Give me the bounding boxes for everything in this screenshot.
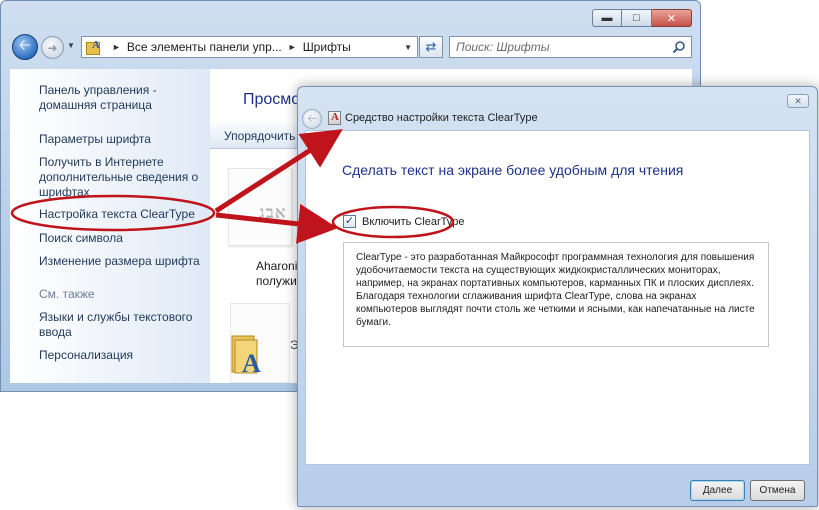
checkmark-icon: ✓: [344, 215, 355, 227]
sidebar-personalization-link[interactable]: Персонализация: [39, 348, 133, 363]
cancel-button[interactable]: Отмена: [750, 480, 805, 501]
organize-button[interactable]: Упорядочить: [224, 129, 295, 143]
caption-buttons: ▬ □ ✕: [592, 9, 692, 27]
back-arrow-icon: 🡠: [307, 112, 317, 125]
sidebar-cleartype-link[interactable]: Настройка текста ClearType: [39, 207, 195, 222]
svg-text:A: A: [242, 349, 261, 376]
breadcrumb-fonts[interactable]: Шрифты: [303, 40, 351, 54]
sidebar-language-services-link[interactable]: Языки и службы текстового ввода: [39, 310, 192, 340]
next-button[interactable]: Далее: [690, 480, 745, 501]
cleartype-heading: Сделать текст на экране более удобным дл…: [342, 162, 684, 178]
back-arrow-icon: 🡠: [18, 36, 32, 54]
sidebar-find-character-link[interactable]: Поиск символа: [39, 231, 123, 246]
address-bar[interactable]: ► Все элементы панели упр... ► Шрифты ▼: [81, 36, 418, 58]
sidebar: Панель управления - домашняя страница Па…: [10, 69, 210, 383]
breadcrumb-separator-icon[interactable]: ►: [288, 42, 297, 52]
close-button[interactable]: ✕: [652, 9, 692, 27]
maximize-icon: □: [633, 12, 640, 24]
cleartype-close-button[interactable]: ✕: [787, 94, 809, 108]
cleartype-window: ✕ 🡠 Средство настройки текста ClearType …: [297, 86, 818, 507]
refresh-icon: ⇄: [425, 39, 437, 54]
cleartype-window-title: Средство настройки текста ClearType: [345, 112, 538, 124]
page-title: Просмо: [243, 91, 301, 108]
cleartype-footer: Далее Отмена: [298, 466, 819, 508]
minimize-button[interactable]: ▬: [592, 9, 622, 27]
enable-cleartype-label[interactable]: Включить ClearType: [362, 216, 465, 228]
maximize-button[interactable]: □: [622, 9, 652, 27]
close-icon: ✕: [666, 12, 677, 25]
enable-cleartype-row[interactable]: ✓ Включить ClearType: [343, 215, 465, 228]
enable-cleartype-checkbox[interactable]: ✓: [343, 215, 356, 228]
breadcrumb-separator-icon[interactable]: ►: [112, 42, 121, 52]
fonts-folder-icon[interactable]: A: [230, 332, 266, 376]
address-dropdown-icon[interactable]: ▼: [404, 43, 412, 52]
close-icon: ✕: [794, 95, 802, 106]
font-preview-glyphs: אבג: [259, 203, 287, 223]
search-input[interactable]: Поиск: Шрифты: [449, 36, 692, 58]
cleartype-back-button[interactable]: 🡠: [302, 109, 322, 129]
recent-pages-button[interactable]: ▼: [67, 41, 75, 50]
search-placeholder: Поиск: Шрифты: [456, 40, 550, 54]
refresh-button[interactable]: ⇄: [419, 36, 443, 58]
breadcrumb-all-items[interactable]: Все элементы панели упр...: [127, 40, 282, 54]
minimize-icon: ▬: [601, 12, 613, 24]
cleartype-app-icon: [328, 111, 341, 125]
forward-button[interactable]: ➜: [41, 36, 64, 59]
fonts-folder-icon: [86, 39, 102, 55]
sidebar-home-link[interactable]: Панель управления - домашняя страница: [39, 83, 157, 113]
sidebar-font-settings-link[interactable]: Параметры шрифта: [39, 132, 151, 147]
font-preview-tile[interactable]: אבג: [228, 168, 292, 246]
cleartype-body: Сделать текст на экране более удобным дл…: [305, 130, 810, 465]
search-icon[interactable]: [672, 40, 686, 54]
sidebar-change-font-size-link[interactable]: Изменение размера шрифта: [39, 254, 200, 269]
cleartype-description: ClearType - это разработанная Майкрософт…: [343, 242, 769, 347]
back-button[interactable]: 🡠: [12, 34, 38, 60]
forward-arrow-icon: ➜: [47, 40, 58, 55]
sidebar-get-font-info-link[interactable]: Получить в Интернете дополнительные свед…: [39, 155, 198, 200]
chevron-down-icon: ▼: [67, 41, 75, 50]
see-also-label: См. также: [39, 287, 95, 301]
